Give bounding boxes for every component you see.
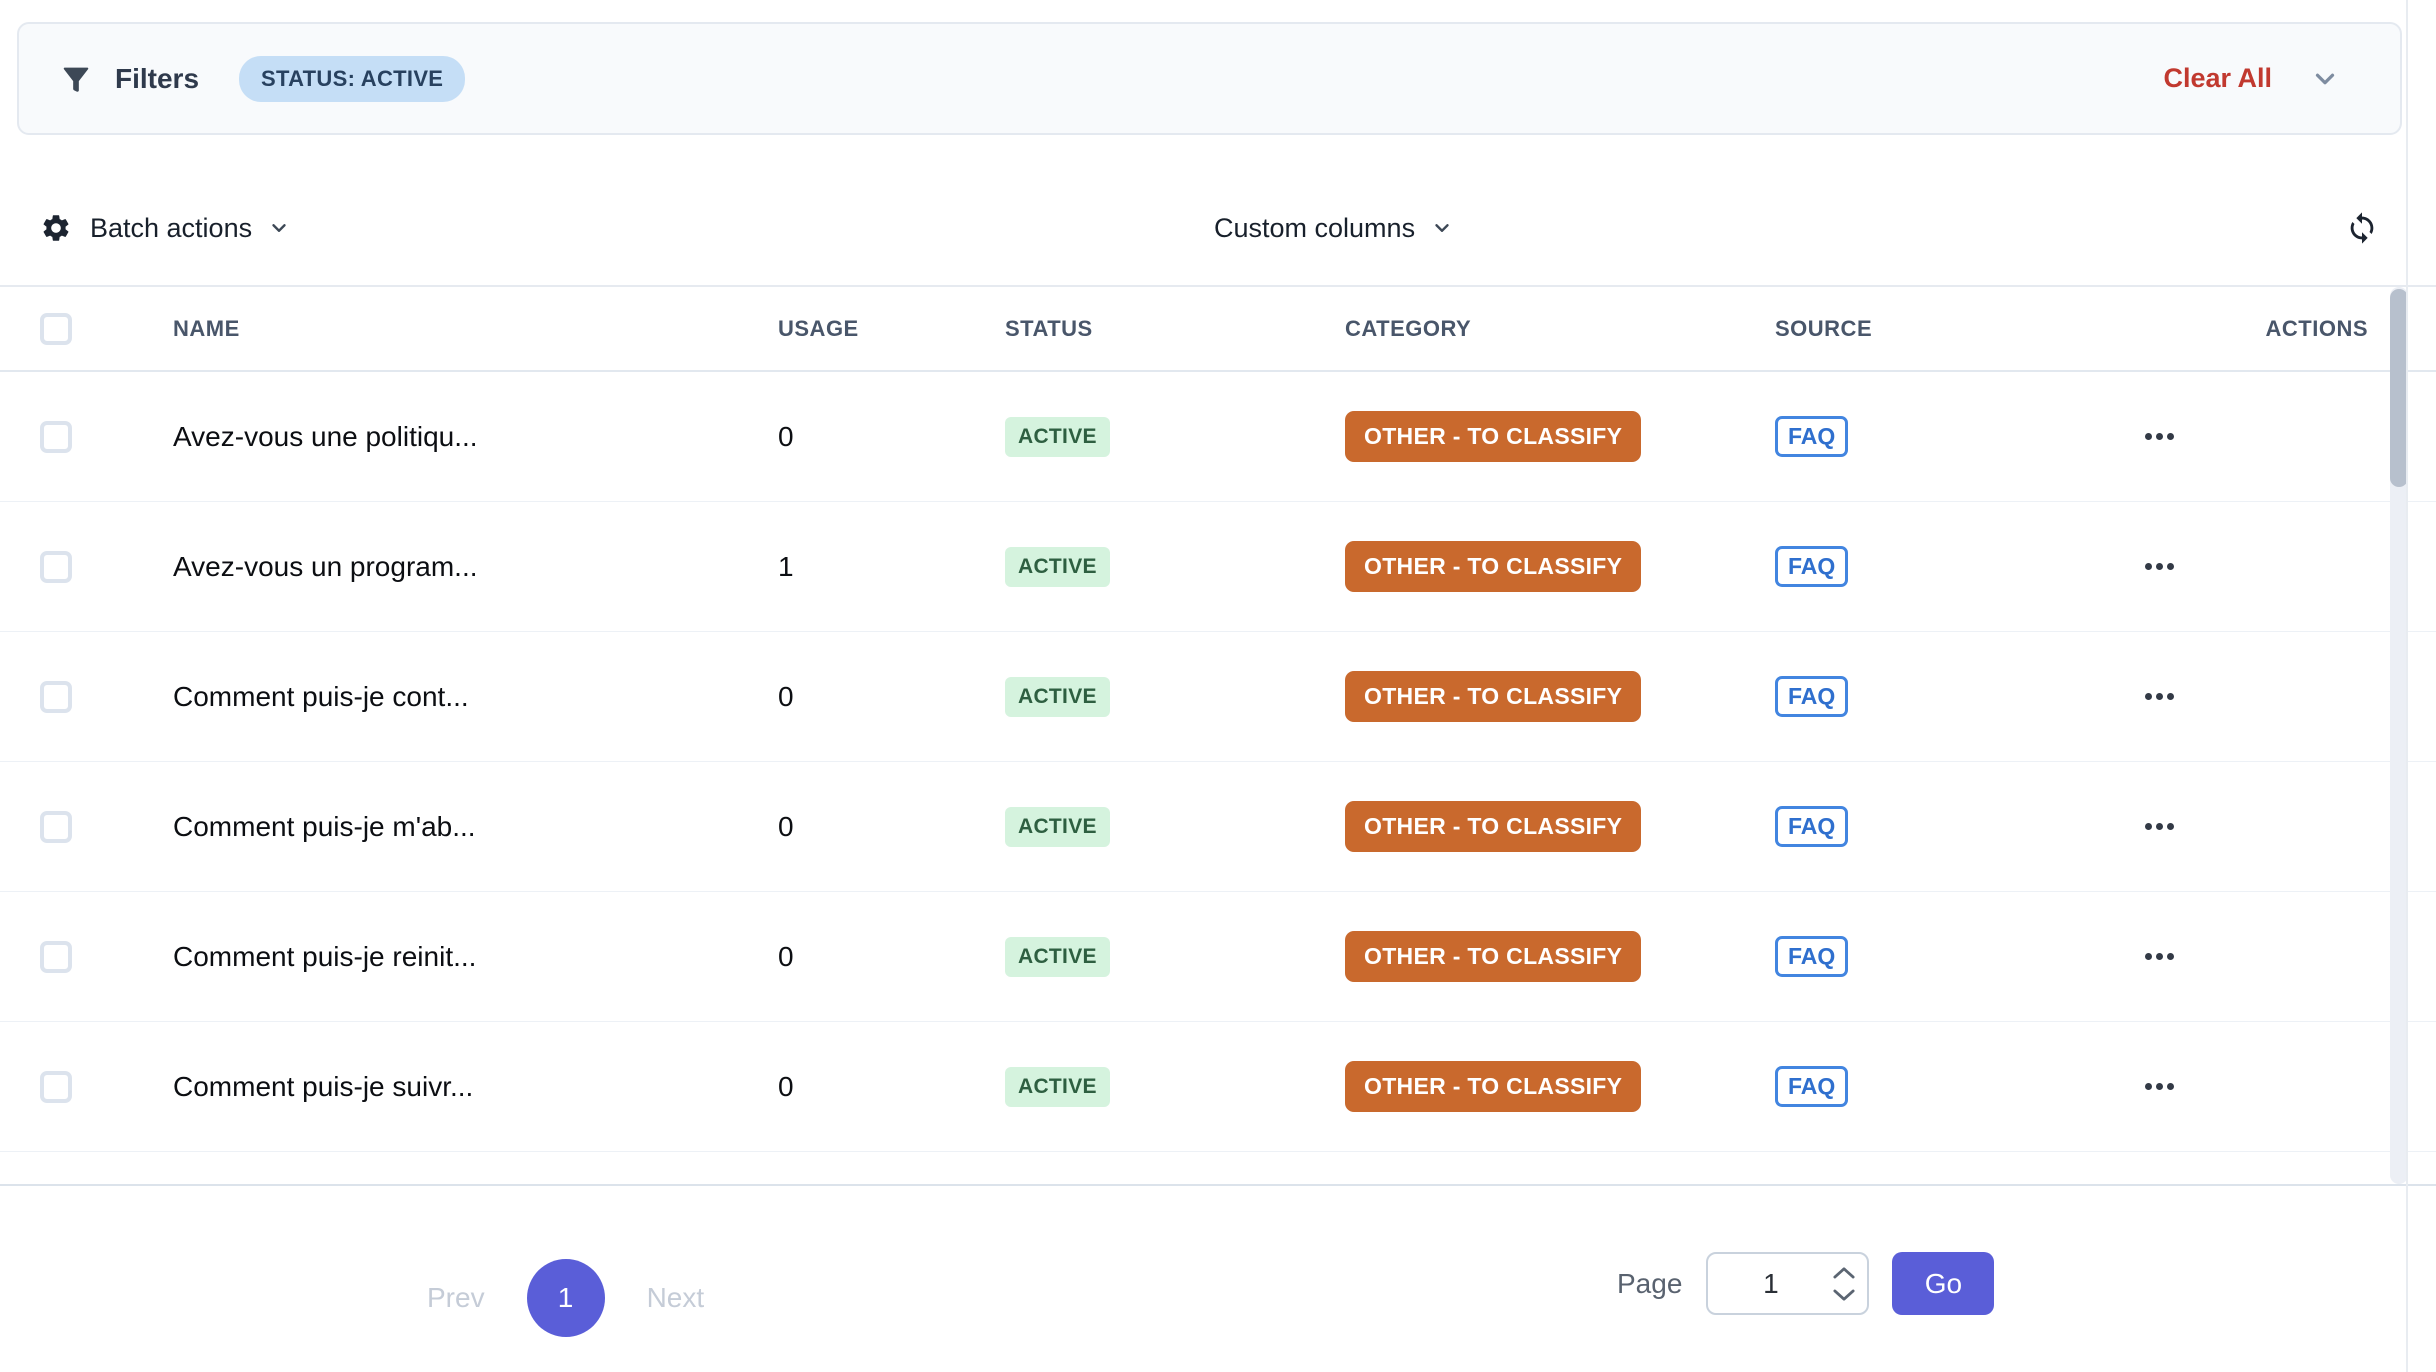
refresh-icon xyxy=(2345,211,2379,245)
column-header-source[interactable]: SOURCE xyxy=(1775,316,2145,342)
chevron-down-icon xyxy=(268,217,290,239)
table-row: Avez-vous une politiqu... 0 ACTIVE OTHER… xyxy=(0,372,2436,502)
row-name[interactable]: Avez-vous une politiqu... xyxy=(173,421,778,453)
custom-columns-label: Custom columns xyxy=(1214,213,1415,244)
table-row: Comment puis-je cont... 0 ACTIVE OTHER -… xyxy=(0,632,2436,762)
column-header-category[interactable]: CATEGORY xyxy=(1345,316,1775,342)
filters-title: Filters xyxy=(115,63,199,95)
row-checkbox[interactable] xyxy=(40,811,72,843)
category-badge[interactable]: OTHER - TO CLASSIFY xyxy=(1345,411,1641,462)
go-button[interactable]: Go xyxy=(1892,1252,1994,1315)
current-page-button[interactable]: 1 xyxy=(527,1259,605,1337)
row-usage-count: 1 xyxy=(778,551,1005,583)
category-badge[interactable]: OTHER - TO CLASSIFY xyxy=(1345,541,1641,592)
status-badge: ACTIVE xyxy=(1005,417,1110,457)
source-badge: FAQ xyxy=(1775,416,1848,457)
status-badge: ACTIVE xyxy=(1005,547,1110,587)
row-checkbox[interactable] xyxy=(40,1071,72,1103)
page-label: Page xyxy=(1617,1268,1682,1300)
stepper-up-icon[interactable] xyxy=(1833,1266,1855,1279)
custom-columns-dropdown[interactable]: Custom columns xyxy=(1214,196,1453,260)
pagination-pages: Prev 1 Next xyxy=(427,1259,704,1337)
row-actions-menu-button[interactable] xyxy=(2145,693,2179,700)
row-checkbox[interactable] xyxy=(40,681,72,713)
row-actions-menu-button[interactable] xyxy=(2145,1083,2179,1090)
source-badge: FAQ xyxy=(1775,676,1848,717)
next-page-button[interactable]: Next xyxy=(647,1282,705,1314)
chevron-down-icon xyxy=(1431,217,1453,239)
source-badge: FAQ xyxy=(1775,1066,1848,1107)
table-body: Avez-vous une politiqu... 0 ACTIVE OTHER… xyxy=(0,372,2436,1152)
row-name[interactable]: Comment puis-je suivr... xyxy=(173,1071,778,1103)
filter-collapse-chevron-icon[interactable] xyxy=(2310,64,2340,94)
table-header-row: NAME USAGE STATUS CATEGORY SOURCE ACTION… xyxy=(0,287,2436,372)
table-toolbar: Batch actions Custom columns xyxy=(0,196,2436,260)
row-checkbox[interactable] xyxy=(40,421,72,453)
row-name[interactable]: Avez-vous un program... xyxy=(173,551,778,583)
row-name[interactable]: Comment puis-je m'ab... xyxy=(173,811,778,843)
category-badge[interactable]: OTHER - TO CLASSIFY xyxy=(1345,671,1641,722)
table-row: Comment puis-je reinit... 0 ACTIVE OTHER… xyxy=(0,892,2436,1022)
page-number-field xyxy=(1706,1252,1869,1315)
table-row: Comment puis-je m'ab... 0 ACTIVE OTHER -… xyxy=(0,762,2436,892)
stepper-down-icon[interactable] xyxy=(1833,1289,1855,1302)
row-checkbox[interactable] xyxy=(40,941,72,973)
refresh-button[interactable] xyxy=(2340,206,2384,250)
category-badge[interactable]: OTHER - TO CLASSIFY xyxy=(1345,931,1641,982)
filter-funnel-icon xyxy=(59,62,93,96)
row-checkbox[interactable] xyxy=(40,551,72,583)
page-stepper xyxy=(1833,1266,1855,1302)
row-actions-menu-button[interactable] xyxy=(2145,563,2179,570)
row-name[interactable]: Comment puis-je cont... xyxy=(173,681,778,713)
row-actions-menu-button[interactable] xyxy=(2145,823,2179,830)
row-usage-count: 0 xyxy=(778,941,1005,973)
data-table: NAME USAGE STATUS CATEGORY SOURCE ACTION… xyxy=(0,285,2436,1186)
source-badge: FAQ xyxy=(1775,936,1848,977)
active-filter-chip[interactable]: STATUS: ACTIVE xyxy=(239,56,465,102)
table-row: Avez-vous un program... 1 ACTIVE OTHER -… xyxy=(0,502,2436,632)
filter-bar: Filters STATUS: ACTIVE Clear All xyxy=(17,22,2402,135)
gear-icon xyxy=(40,212,72,244)
status-badge: ACTIVE xyxy=(1005,937,1110,977)
row-usage-count: 0 xyxy=(778,1071,1005,1103)
clear-all-button[interactable]: Clear All xyxy=(2163,63,2272,94)
row-name[interactable]: Comment puis-je reinit... xyxy=(173,941,778,973)
source-badge: FAQ xyxy=(1775,806,1848,847)
status-badge: ACTIVE xyxy=(1005,677,1110,717)
select-all-checkbox[interactable] xyxy=(40,313,72,345)
batch-actions-label: Batch actions xyxy=(90,213,252,244)
page-number-input[interactable] xyxy=(1708,1268,1833,1300)
page-right-divider xyxy=(2406,0,2408,1372)
partially-visible-row xyxy=(0,1152,2436,1184)
status-badge: ACTIVE xyxy=(1005,1067,1110,1107)
category-badge[interactable]: OTHER - TO CLASSIFY xyxy=(1345,1061,1641,1112)
table-row: Comment puis-je suivr... 0 ACTIVE OTHER … xyxy=(0,1022,2436,1152)
row-usage-count: 0 xyxy=(778,681,1005,713)
prev-page-button[interactable]: Prev xyxy=(427,1282,485,1314)
batch-actions-dropdown[interactable]: Batch actions xyxy=(40,196,290,260)
column-header-usage[interactable]: USAGE xyxy=(778,316,1005,342)
column-header-name[interactable]: NAME xyxy=(173,316,778,342)
row-actions-menu-button[interactable] xyxy=(2145,433,2179,440)
column-header-status[interactable]: STATUS xyxy=(1005,316,1345,342)
row-usage-count: 0 xyxy=(778,421,1005,453)
pagination-jump: Page Go xyxy=(1617,1252,1994,1315)
row-usage-count: 0 xyxy=(778,811,1005,843)
row-actions-menu-button[interactable] xyxy=(2145,953,2179,960)
source-badge: FAQ xyxy=(1775,546,1848,587)
category-badge[interactable]: OTHER - TO CLASSIFY xyxy=(1345,801,1641,852)
status-badge: ACTIVE xyxy=(1005,807,1110,847)
